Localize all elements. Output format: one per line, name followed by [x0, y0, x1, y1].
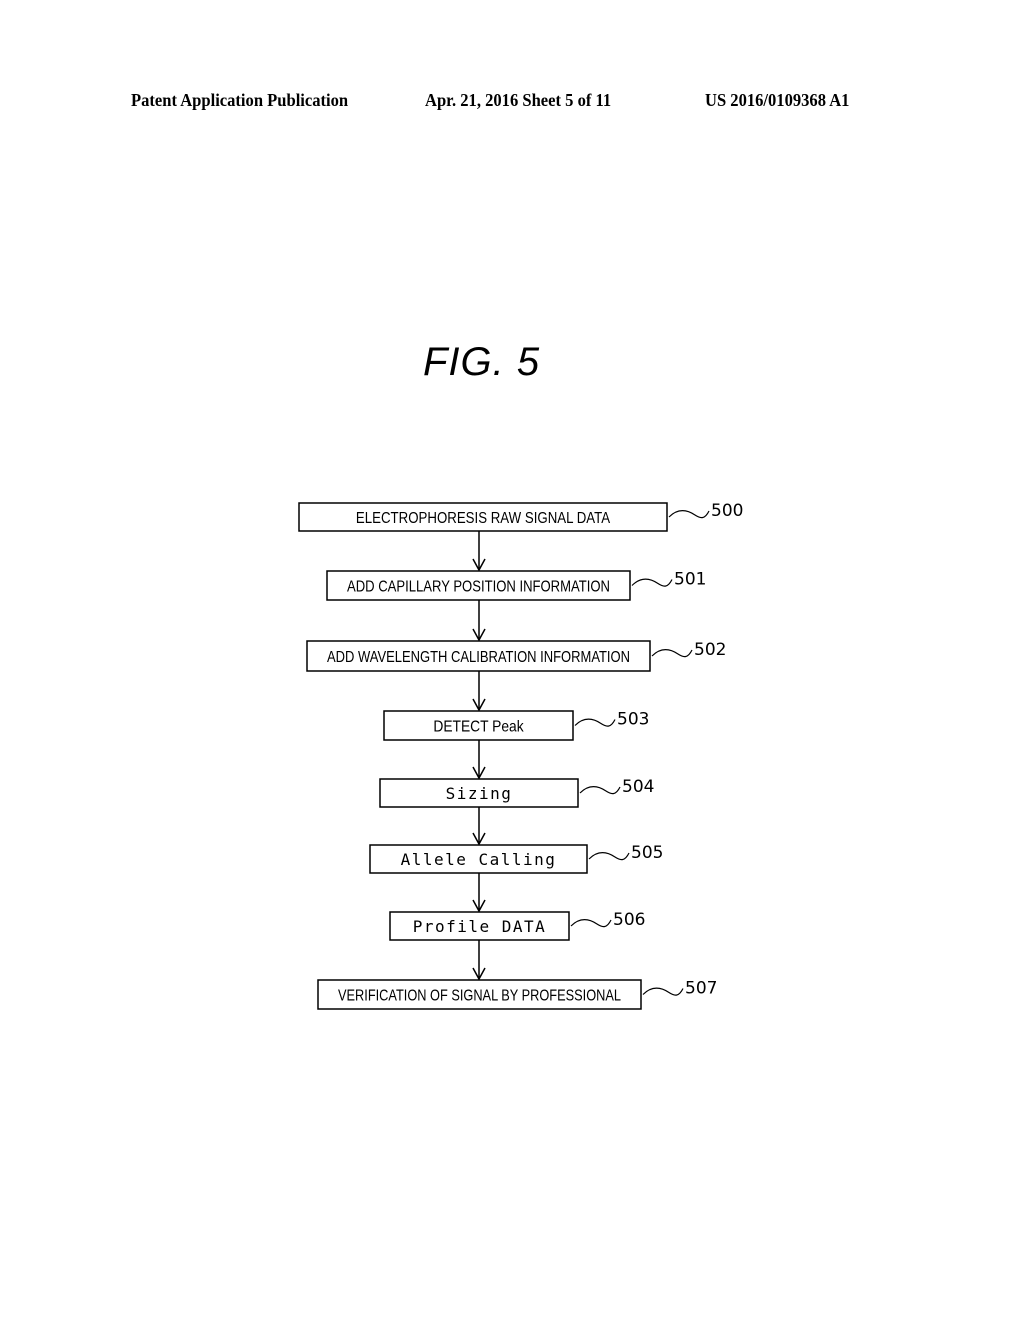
step-label: Profile DATA — [413, 917, 547, 936]
flow-arrow — [472, 807, 486, 846]
step-reference-number: 504 — [622, 777, 654, 797]
step-reference-number: 502 — [694, 640, 726, 660]
step-label: ADD WAVELENGTH CALIBRATION INFORMATION — [327, 649, 630, 666]
flow-step-503: DETECT Peak 503 — [383, 710, 649, 741]
step-label: ELECTROPHORESIS RAW SIGNAL DATA — [356, 510, 610, 527]
leader-line — [574, 718, 616, 727]
flow-step-500: ELECTROPHORESIS RAW SIGNAL DATA 500 — [298, 501, 743, 532]
step-label: DETECT Peak — [433, 719, 524, 736]
leader-line — [631, 578, 673, 587]
leader-line — [570, 919, 612, 928]
leader-line — [588, 852, 630, 861]
flow-step-506: Profile DATA 506 — [389, 910, 645, 941]
flow-arrow — [472, 940, 486, 981]
flow-arrow — [472, 531, 486, 572]
step-reference-number: 503 — [617, 710, 649, 730]
flow-step-505: Allele Calling 505 — [369, 843, 663, 874]
step-reference-number: 501 — [674, 570, 706, 590]
leader-line — [642, 987, 684, 996]
flow-arrow — [472, 671, 486, 712]
flow-step-507: VERIFICATION OF SIGNAL BY PROFESSIONAL 50… — [317, 979, 717, 1010]
leader-line — [668, 510, 710, 519]
flow-step-501: ADD CAPILLARY POSITION INFORMATION 501 — [326, 570, 706, 601]
flow-arrow — [472, 600, 486, 642]
step-reference-number: 506 — [613, 910, 645, 930]
step-label: Allele Calling — [401, 850, 557, 869]
step-label: ADD CAPILLARY POSITION INFORMATION — [347, 579, 610, 596]
step-reference-number: 500 — [711, 501, 743, 521]
step-reference-number: 507 — [685, 979, 717, 999]
flow-arrow — [472, 740, 486, 780]
leader-line — [579, 786, 621, 795]
step-label: VERIFICATION OF SIGNAL BY PROFESSIONAL — [338, 988, 621, 1005]
leader-line — [651, 649, 693, 658]
flow-arrow — [472, 873, 486, 913]
flow-step-502: ADD WAVELENGTH CALIBRATION INFORMATION 50… — [306, 640, 726, 672]
step-reference-number: 505 — [631, 843, 663, 863]
step-label: Sizing — [446, 784, 513, 803]
flowchart: ELECTROPHORESIS RAW SIGNAL DATA 500 ADD CA… — [298, 501, 743, 1010]
flow-step-504: Sizing 504 — [379, 777, 654, 808]
